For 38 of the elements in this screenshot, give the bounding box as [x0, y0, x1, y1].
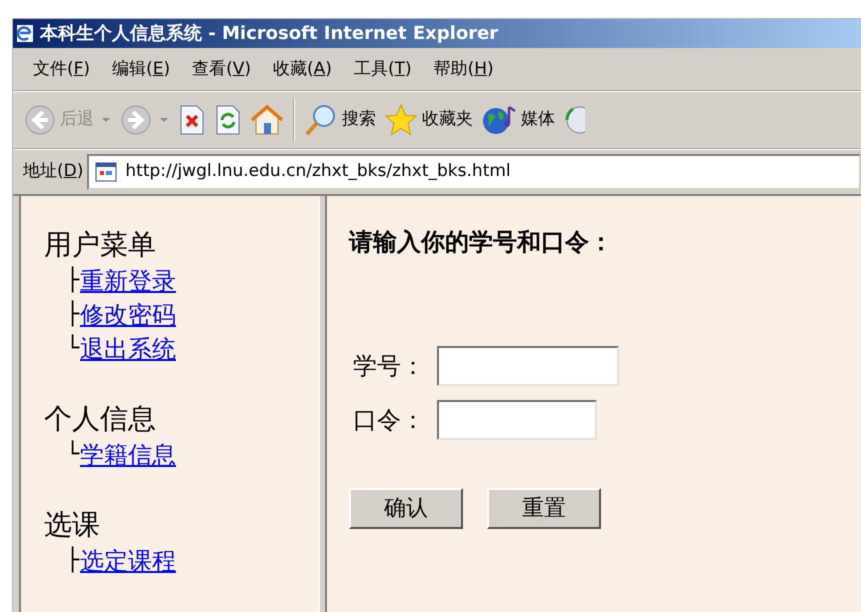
menu-item[interactable]: 查看(V) — [190, 57, 254, 83]
menu-item[interactable]: 文件(F) — [31, 57, 92, 83]
dropdown-caret-icon[interactable] — [159, 116, 169, 123]
form-button[interactable]: 重置 — [487, 488, 601, 529]
magnifier-icon — [304, 102, 338, 137]
menu-item[interactable]: 工具(T) — [352, 57, 414, 83]
menu-section-title: 个人信息 — [44, 401, 157, 437]
menu-item[interactable]: 编辑(E) — [110, 57, 172, 83]
stop-page-icon — [178, 104, 206, 136]
browser-e-icon — [16, 23, 36, 44]
menu-item[interactable]: 帮助(H) — [432, 57, 496, 83]
web-page-icon — [95, 162, 118, 182]
dropdown-caret-icon[interactable] — [101, 116, 111, 123]
refresh-page-icon — [214, 104, 242, 136]
frame-splitter[interactable] — [319, 196, 327, 612]
address-field[interactable]: http://jwgl.lnu.edu.cn/zhxt_bks/zhxt_bks.html — [87, 154, 861, 190]
toolbar-button[interactable]: 收藏夹 — [381, 98, 476, 142]
toolbar-button[interactable]: 媒体 — [478, 98, 558, 142]
menu-link[interactable]: 选定课程 — [80, 545, 176, 577]
menu-item[interactable]: 收藏(A) — [271, 57, 334, 83]
address-label: 地址(D) — [23, 160, 84, 184]
menu-link[interactable]: 重新登录 — [80, 265, 176, 297]
password-field[interactable] — [437, 400, 597, 440]
login-heading: 请输入你的学号和口令： — [349, 227, 614, 258]
menu-link[interactable]: 修改密码 — [80, 299, 176, 331]
form-button[interactable]: 确认 — [349, 488, 463, 529]
star-icon — [384, 102, 418, 137]
window-title: 本科生个人信息系统 - Microsoft Internet Explorer — [40, 22, 498, 46]
menu-link[interactable]: 退出系统 — [80, 333, 176, 365]
menu-section-title: 选课 — [44, 507, 101, 543]
field-label: 学号： — [352, 351, 425, 382]
toolbar-button[interactable]: 搜索 — [301, 98, 379, 142]
menu-link[interactable]: 学籍信息 — [80, 439, 176, 471]
field-label: 口令： — [352, 405, 425, 436]
menu-section-title: 用户菜单 — [44, 227, 157, 263]
address-url: http://jwgl.lnu.edu.cn/zhxt_bks/zhxt_bks.html — [125, 160, 511, 184]
student-id-field[interactable] — [437, 346, 619, 386]
house-icon — [250, 104, 284, 136]
